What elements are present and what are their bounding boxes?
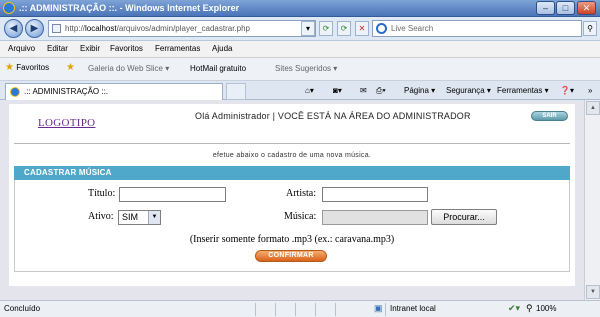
favorites-star-icon: ★ [5,62,14,73]
zoom-icon: ⚲ [526,303,533,313]
menu-bar: Arquivo Editar Exibir Favoritos Ferramen… [0,41,600,58]
status-divider [275,303,276,316]
artista-label: Artista: [286,188,316,199]
musica-label: Música: [284,211,317,222]
home-icon[interactable]: ⌂▾ [305,86,314,95]
refresh-button[interactable]: ⟳ [337,21,351,36]
address-url: http://localhost/arquivos/admin/player_c… [65,24,251,33]
vertical-scrollbar[interactable]: ▲ ▼ [584,100,600,300]
confirm-button[interactable]: CONFIRMAR [255,250,327,262]
maximize-button[interactable]: □ [556,1,575,15]
stop-button[interactable]: ✕ [355,21,369,36]
compatibility-icon[interactable]: ⟳ [319,21,333,36]
tab-ie-icon [10,87,20,97]
status-divider [335,303,336,316]
scroll-down-icon[interactable]: ▼ [586,285,600,299]
scroll-up-icon[interactable]: ▲ [586,101,600,115]
menu-favoritos[interactable]: Favoritos [110,44,143,53]
tab-label: .:: ADMINISTRAÇÃO ::. [24,87,109,96]
status-divider [295,303,296,316]
logout-button[interactable]: SAIR [531,111,568,121]
intranet-zone-icon: ▣ [374,303,383,313]
address-dropdown-button[interactable]: ▾ [301,21,315,36]
menu-editar[interactable]: Editar [47,44,68,53]
fav-web-slice-gallery[interactable]: Galeria do Web Slice ▾ [88,64,169,73]
pagina-menu[interactable]: Página ▾ [404,86,435,95]
help-icon[interactable]: ❓▾ [560,86,574,95]
browse-button[interactable]: Procurar... [431,209,497,225]
feeds-icon[interactable]: ◙▾ [333,86,342,95]
live-search-icon [376,23,387,34]
section-title: CADASTRAR MÚSICA [24,168,112,177]
forward-button[interactable]: ▶ [25,19,44,38]
minimize-button[interactable]: – [536,1,555,15]
ativo-select[interactable]: SIM ▼ [118,210,161,225]
search-input[interactable]: Live Search [372,20,582,37]
menu-arquivo[interactable]: Arquivo [8,44,35,53]
titulo-label: Título: [88,188,116,199]
security-zone: Intranet local [390,304,436,313]
toolbar-chevron-icon[interactable]: » [588,86,592,95]
search-button[interactable]: ⚲ [583,21,597,36]
new-tab-button[interactable] [226,83,246,100]
fav-hotmail[interactable]: HotMail gratuito [190,64,246,73]
back-button[interactable]: ◀ [4,19,23,38]
favorites-bar: ★ Favoritos ★ Galeria do Web Slice ▾ Hot… [0,58,600,81]
status-bar: Concluído ▣ Intranet local ✔▾ ⚲ 100% [0,300,600,317]
menu-ajuda[interactable]: Ajuda [212,44,232,53]
site-logo-link[interactable]: LOGOTIPO [38,117,95,129]
mail-icon[interactable]: ✉ [360,86,367,95]
close-window-button[interactable]: ✕ [577,1,596,15]
menu-exibir[interactable]: Exibir [80,44,100,53]
window-titlebar: .:: ADMINISTRAÇÃO ::. - Windows Internet… [0,0,600,17]
search-placeholder: Live Search [391,24,434,33]
ativo-label: Ativo: [88,211,114,222]
status-divider [315,303,316,316]
add-favorite-icon[interactable]: ★ [66,62,75,73]
zoom-level[interactable]: 100% [536,304,556,313]
seguranca-menu[interactable]: Segurança ▾ [446,86,491,95]
artista-input[interactable] [322,187,428,202]
tab-active[interactable]: .:: ADMINISTRAÇÃO ::. [5,83,223,100]
titulo-input[interactable] [119,187,226,202]
tab-bar: .:: ADMINISTRAÇÃO ::. ⌂▾ ◙▾ ✉ ⎙▾ Página … [0,81,600,100]
favorites-button[interactable]: ★ Favoritos [5,62,49,73]
ativo-selected-value: SIM [122,212,139,222]
format-hint: (Inserir somente formato .mp3 (ex.: cara… [189,234,395,245]
fav-suggested-sites[interactable]: Sites Sugeridos ▾ [275,64,337,73]
menu-ferramentas[interactable]: Ferramentas [155,44,200,53]
header-divider [14,143,570,144]
admin-greeting: Olá Administrador | VOCÊ ESTÁ NA ÁREA DO… [195,111,471,121]
chevron-down-icon: ▼ [148,211,160,224]
ferramentas-menu[interactable]: Ferramentas ▾ [497,86,549,95]
status-divider [255,303,256,316]
section-header: CADASTRAR MÚSICA [14,166,570,180]
form-instructions: efetue abaixo o cadastro de uma nova mús… [212,152,372,159]
status-divider [385,303,386,316]
address-bar[interactable]: http://localhost/arquivos/admin/player_c… [48,20,316,37]
navigation-bar: ◀ ▶ http://localhost/arquivos/admin/play… [0,17,600,41]
window-title: .:: ADMINISTRAÇÃO ::. - Windows Internet… [19,3,240,13]
ie-logo-icon [3,2,15,14]
print-icon[interactable]: ⎙▾ [376,86,386,96]
page-icon [52,24,61,33]
status-text: Concluído [4,304,41,313]
protected-mode-icon[interactable]: ✔▾ [508,303,520,314]
musica-file-field[interactable] [322,210,428,225]
